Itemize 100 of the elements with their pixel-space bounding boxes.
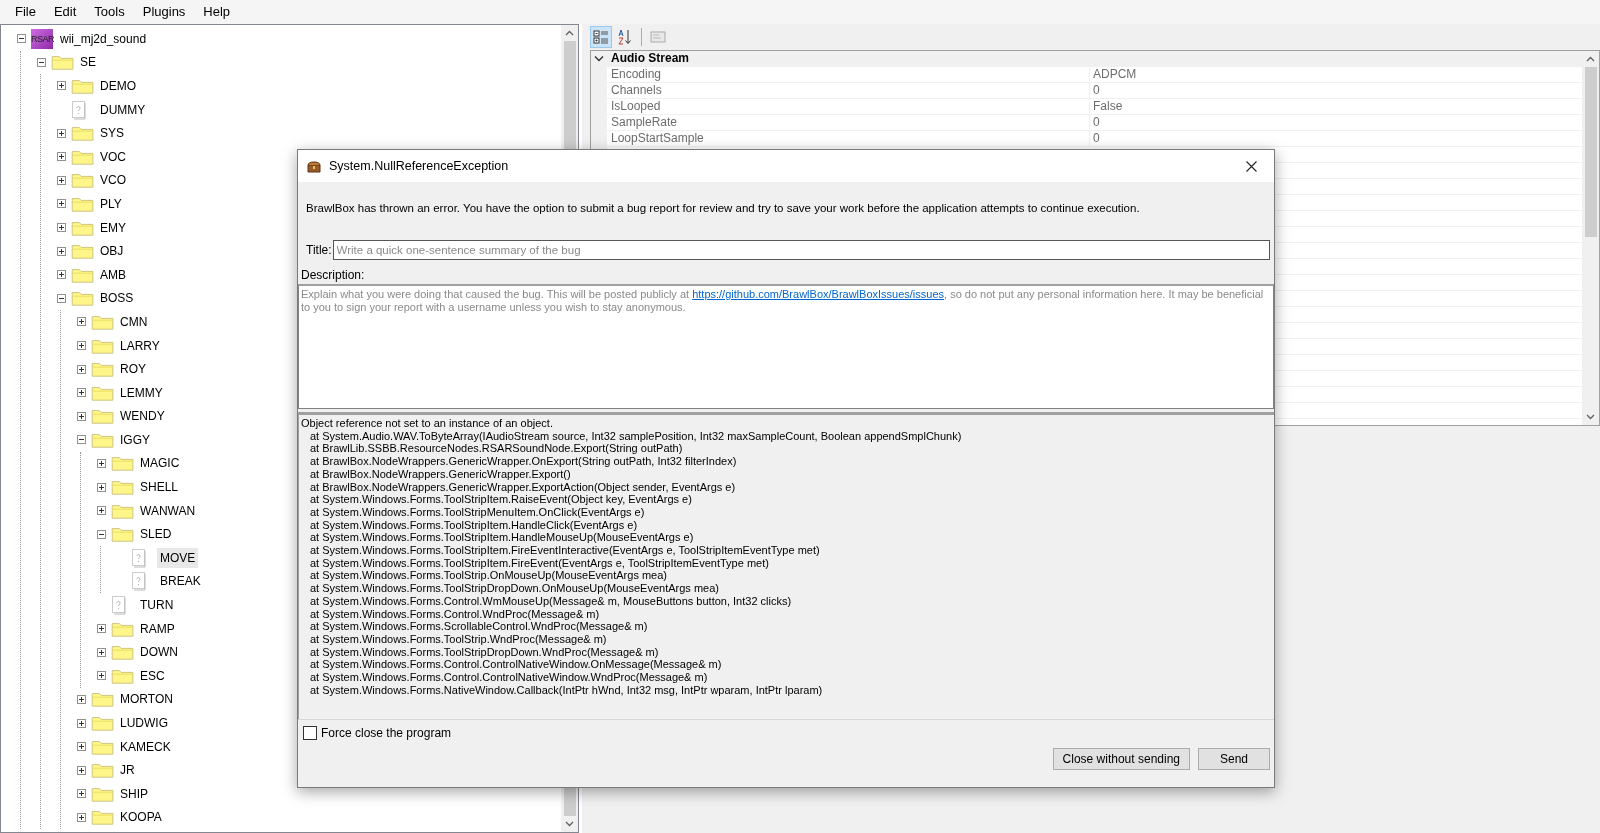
expand-icon[interactable]: [76, 341, 86, 350]
tree-item[interactable]: CMN: [117, 311, 151, 332]
description-field[interactable]: [298, 284, 1274, 409]
scroll-down-icon[interactable]: [565, 821, 574, 827]
tree-item[interactable]: JR: [117, 760, 138, 781]
expand-icon[interactable]: [76, 411, 86, 421]
checkbox-label[interactable]: Force close the program: [321, 726, 452, 740]
collapse-icon[interactable]: [76, 435, 86, 445]
collapse-icon[interactable]: [36, 57, 46, 67]
send-button[interactable]: Send: [1198, 748, 1270, 770]
tree-item[interactable]: MAGIC: [137, 453, 183, 474]
expand-icon[interactable]: [96, 647, 106, 657]
expand-icon[interactable]: [56, 199, 66, 209]
tree-item[interactable]: AMB: [97, 264, 129, 285]
expand-icon[interactable]: [56, 152, 66, 162]
tree-item[interactable]: DUMMY: [97, 99, 149, 120]
menu-item[interactable]: File: [6, 2, 45, 22]
expand-icon[interactable]: [76, 388, 86, 398]
stack-trace-line: at BrawlLib.SSBB.ResourceNodes.RSARSoundNode.Export(String outPath): [309, 442, 684, 456]
expand-icon[interactable]: [96, 482, 106, 492]
tree-item[interactable]: LEMMY: [117, 382, 166, 403]
collapse-icon[interactable]: [96, 529, 106, 539]
property-value: 0: [1092, 115, 1100, 130]
tree-item[interactable]: SHELL: [137, 477, 182, 498]
stack-trace-line: at BrawlBox.NodeWrappers.GenericWrapper.OnExport(String outPath, Int32 filterIndex): [309, 455, 738, 468]
tree-item[interactable]: SLED: [137, 524, 175, 545]
tree-item[interactable]: MOVE: [157, 547, 199, 568]
tree-item[interactable]: KOOPA: [117, 807, 165, 828]
expand-icon[interactable]: [96, 459, 106, 468]
property-value: 0: [1092, 83, 1100, 98]
menu-item[interactable]: Tools: [85, 2, 134, 22]
expand-icon[interactable]: [56, 175, 66, 185]
expand-icon[interactable]: [56, 128, 66, 138]
expand-icon[interactable]: [76, 789, 86, 799]
checkbox[interactable]: [303, 726, 317, 740]
tree-item[interactable]: OBJ: [97, 241, 127, 262]
expand-icon[interactable]: [96, 624, 106, 634]
expand-icon[interactable]: [76, 742, 86, 752]
tree-item[interactable]: MORTON: [117, 689, 176, 710]
scrollbar[interactable]: [1582, 51, 1599, 425]
stack-trace-line: at System.Windows.Forms.ToolStripItem.HandleClick(EventArgs e): [309, 518, 639, 532]
expand-icon[interactable]: [76, 765, 86, 775]
stack-trace-line: at BrawlBox.NodeWrappers.GenericWrapper.Export(): [309, 467, 572, 481]
tree-item[interactable]: RAMP: [137, 618, 178, 639]
expand-icon[interactable]: [76, 364, 86, 374]
property-name: LoopStartSample: [607, 131, 1090, 146]
tree-item[interactable]: ESC: [137, 665, 168, 686]
tree-item[interactable]: DOWN: [137, 642, 181, 663]
expand-icon[interactable]: [56, 223, 66, 233]
expand-icon[interactable]: [96, 506, 106, 516]
expand-icon[interactable]: [56, 246, 66, 256]
expand-icon[interactable]: [56, 81, 66, 91]
tree-item[interactable]: PLY: [97, 193, 125, 214]
tree-item[interactable]: BOSS: [97, 288, 137, 309]
menu-item[interactable]: Edit: [44, 2, 86, 22]
tree-item[interactable]: SHIP: [117, 783, 151, 804]
tree-item[interactable]: LARRY: [117, 335, 163, 356]
tree-item[interactable]: ROY: [117, 359, 149, 380]
tree-item[interactable]: DEMO: [97, 76, 139, 96]
tree-item[interactable]: LUDWIG: [117, 713, 171, 733]
folder-icon: [111, 478, 135, 497]
menu-item[interactable]: Help: [194, 2, 240, 22]
scroll-up-icon[interactable]: [565, 30, 574, 36]
tree-item[interactable]: WANWAN: [137, 500, 199, 521]
tree-item[interactable]: EMY: [97, 217, 129, 238]
expand-icon[interactable]: [76, 812, 86, 822]
expand-icon[interactable]: [56, 270, 66, 280]
property-value: 0: [1092, 131, 1100, 146]
close-without-sending-button[interactable]: Close without sending: [1052, 748, 1190, 770]
tree-item[interactable]: SE: [77, 52, 99, 73]
expand-icon[interactable]: [76, 694, 86, 704]
collapse-icon[interactable]: [56, 293, 66, 303]
menu-item[interactable]: Plugins: [133, 2, 195, 22]
tree-item[interactable]: SYS: [97, 123, 127, 144]
tree-item[interactable]: IGGY: [117, 429, 153, 450]
collapse-chevron-icon[interactable]: [594, 55, 604, 62]
stack-trace-line: at BrawlBox.NodeWrappers.GenericWrapper.ExportAction(Object sender, EventArgs e): [309, 480, 737, 494]
expand-icon[interactable]: [96, 671, 106, 681]
expand-icon[interactable]: [76, 317, 86, 327]
folder-icon: [71, 171, 95, 190]
tree-item[interactable]: WENDY: [117, 406, 168, 427]
tree-item[interactable]: BREAK: [157, 571, 204, 592]
folder-icon: [111, 454, 135, 473]
expand-icon[interactable]: [76, 718, 86, 728]
stack-trace-line: at System.Windows.Forms.Control.WndProc(Message& m): [309, 607, 601, 621]
tree-item[interactable]: VCO: [97, 170, 129, 191]
error-message: BrawlBox has thrown an error. You have the option to submit a bug report for review and try to save your work before the application attempts to continue execution.: [306, 201, 1141, 216]
scroll-down-icon[interactable]: [1586, 414, 1595, 420]
collapse-icon[interactable]: [16, 34, 26, 44]
stack-trace-line: at System.Windows.Forms.ToolStripItem.FireEvent(EventArgs e, ToolStripItemEventType met): [309, 556, 770, 570]
unknown-file-icon: [71, 99, 87, 120]
tree-item[interactable]: VOC: [97, 146, 129, 167]
title-input-field[interactable]: Write a quick one-sentence summary of the bug: [332, 240, 1270, 260]
unknown-file-icon: [111, 595, 127, 616]
stack-trace-line: at System.Audio.WAV.ToByteArray(IAudioStream source, Int32 samplePosition, Int32 maxSampleCount, Boolean appendSmplChunk): [309, 429, 963, 443]
close-icon[interactable]: [1245, 160, 1257, 172]
tree-item[interactable]: KAMECK: [117, 736, 174, 757]
tree-item[interactable]: wii_mj2d_sound: [57, 28, 150, 49]
tree-item[interactable]: TURN: [137, 595, 177, 616]
scroll-up-icon[interactable]: [1586, 56, 1595, 62]
